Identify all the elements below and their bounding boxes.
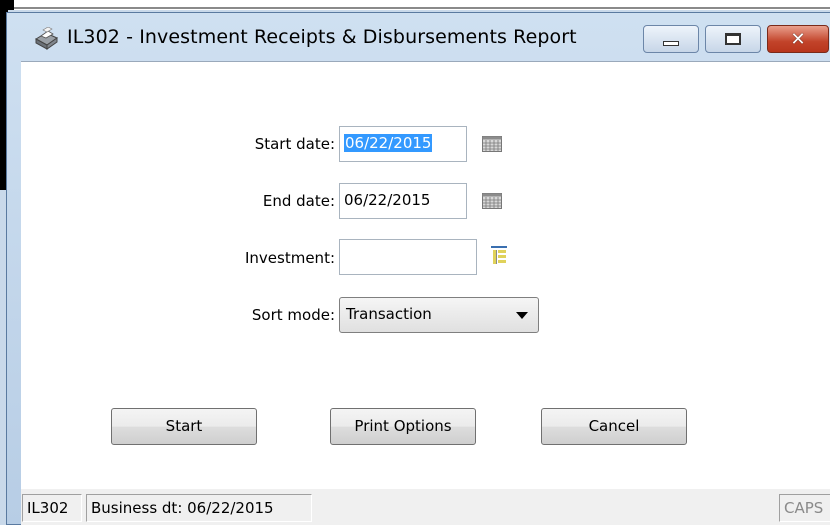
print-options-button[interactable]: Print Options (330, 408, 476, 445)
sort-mode-value: Transaction (346, 305, 432, 323)
report-window: IL302 - Investment Receipts & Disburseme… (6, 12, 830, 525)
close-icon: ✕ (790, 28, 806, 50)
cancel-button[interactable]: Cancel (541, 408, 687, 445)
status-bar: IL302 Business dt: 06/22/2015 CAPS (21, 489, 830, 525)
status-form-code: IL302 (22, 494, 82, 522)
end-date-label: End date: (262, 192, 335, 210)
calendar-icon[interactable] (482, 136, 502, 152)
background-strip (0, 0, 830, 10)
lookup-list-icon[interactable] (491, 246, 507, 266)
start-date-value: 06/22/2015 (344, 134, 433, 152)
end-date-input[interactable]: 06/22/2015 (339, 183, 467, 219)
printer-icon (34, 27, 59, 50)
window-title: IL302 - Investment Receipts & Disburseme… (67, 26, 577, 48)
status-caps-lock: CAPS (779, 494, 830, 522)
minimize-icon (663, 40, 679, 46)
close-button[interactable]: ✕ (767, 25, 829, 53)
form-area: Start date: 06/22/2015 End date: 06/22/2… (21, 61, 830, 525)
status-business-date: Business dt: 06/22/2015 (86, 494, 312, 522)
start-button[interactable]: Start (111, 408, 257, 445)
start-date-input[interactable]: 06/22/2015 (339, 126, 467, 162)
background-line (14, 7, 830, 9)
end-date-value: 06/22/2015 (344, 191, 431, 209)
maximize-button[interactable] (705, 25, 761, 53)
chevron-down-icon (516, 312, 528, 319)
sort-mode-select[interactable]: Transaction (339, 297, 539, 333)
minimize-button[interactable] (643, 25, 699, 53)
calendar-icon[interactable] (482, 193, 502, 209)
investment-input[interactable] (339, 239, 477, 275)
title-bar[interactable]: IL302 - Investment Receipts & Disburseme… (7, 13, 830, 61)
investment-label: Investment: (244, 249, 335, 267)
maximize-icon (725, 33, 741, 45)
background-corner (0, 0, 14, 10)
sort-mode-label: Sort mode: (251, 306, 335, 324)
start-date-label: Start date: (254, 135, 335, 153)
